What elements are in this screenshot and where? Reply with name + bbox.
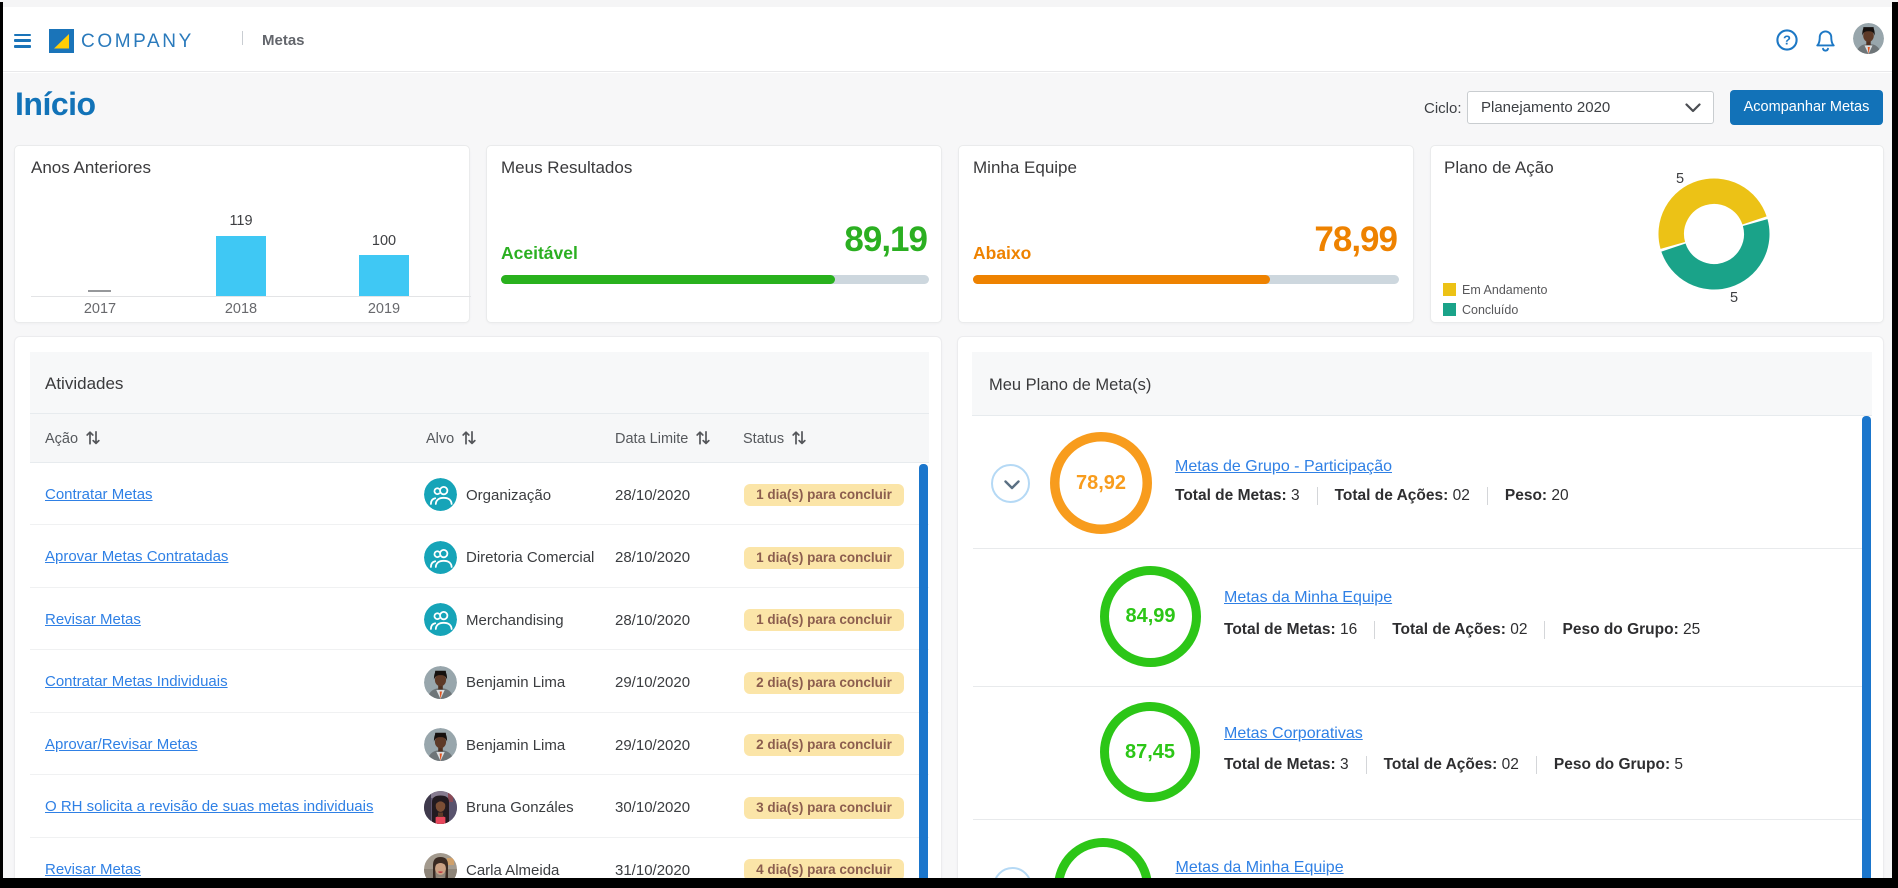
svg-text:?: ? <box>1783 32 1791 47</box>
